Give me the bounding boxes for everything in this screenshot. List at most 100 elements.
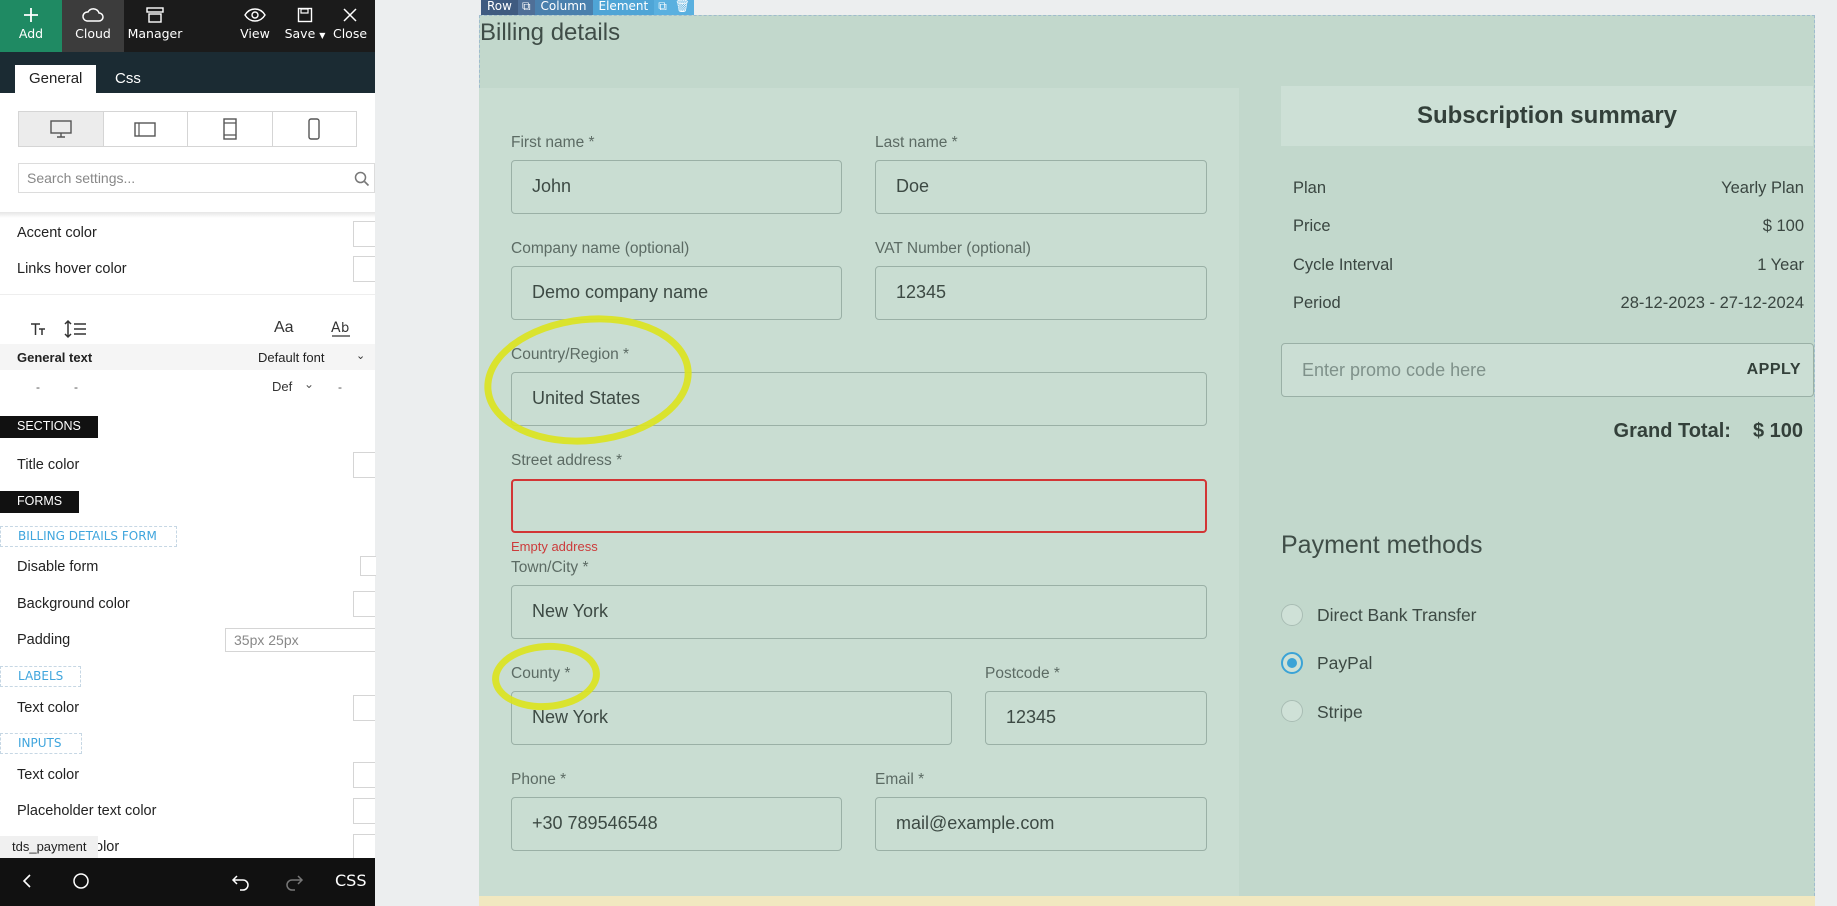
save-text: Save — [284, 26, 316, 41]
font-size-value[interactable]: - — [36, 380, 40, 394]
company-name-input[interactable]: Demo company name — [511, 266, 842, 320]
summary-label: Cycle Interval — [1293, 256, 1393, 274]
trash-icon[interactable]: 🗑 — [670, 0, 695, 15]
close-label: Close — [332, 26, 368, 41]
desktop-icon — [50, 120, 72, 138]
apply-button[interactable]: APPLY — [1747, 361, 1801, 379]
county-input[interactable]: New York — [511, 691, 952, 745]
last-name-input[interactable]: Doe — [875, 160, 1207, 214]
title-color-swatch[interactable] — [353, 452, 375, 478]
phone-icon — [308, 118, 320, 140]
accent-color-swatch[interactable] — [353, 221, 375, 247]
font-family-icon[interactable]: Aa — [274, 319, 294, 337]
placeholder-text-color-swatch[interactable] — [353, 798, 375, 824]
default-font-select[interactable]: Default font — [258, 350, 325, 365]
billing-details-form-header: BILLING DETAILS FORM — [0, 526, 177, 547]
tab-general[interactable]: General — [15, 65, 97, 93]
disable-form-checkbox[interactable] — [360, 556, 376, 576]
cloud-icon — [62, 0, 124, 26]
vat-number-input[interactable]: 12345 — [875, 266, 1207, 320]
grand-total-value: $ 100 — [1752, 420, 1803, 442]
payment-method-label[interactable]: Direct Bank Transfer — [1317, 605, 1477, 626]
labels-text-color-swatch[interactable] — [353, 695, 375, 721]
summary-value: Yearly Plan — [1721, 179, 1804, 197]
subscription-summary-title: Subscription summary — [1281, 86, 1813, 146]
svg-text:b: b — [341, 321, 349, 336]
accent-color-label: Accent color — [17, 225, 97, 241]
phone-label: Phone * — [511, 771, 567, 788]
summary-value: 1 Year — [1757, 256, 1804, 274]
partial-row-swatch[interactable] — [353, 834, 375, 860]
radio-direct-bank-transfer[interactable] — [1281, 604, 1303, 626]
radio-paypal[interactable] — [1281, 652, 1303, 674]
undo-icon[interactable] — [230, 870, 252, 897]
summary-label: Price — [1293, 217, 1331, 235]
last-name-label: Last name * — [875, 134, 958, 151]
text-style-icon[interactable]: Ab — [330, 317, 352, 344]
cloud-label: Cloud — [75, 26, 111, 41]
email-label: Email * — [875, 771, 925, 788]
css-button[interactable]: CSS — [335, 871, 366, 890]
close-icon — [324, 0, 376, 26]
email-input[interactable]: mail@example.com — [875, 797, 1207, 851]
search-icon[interactable] — [354, 171, 370, 192]
column-selector[interactable]: Column — [534, 0, 593, 15]
partial-row-label: olor — [95, 839, 120, 855]
grand-total: Grand Total: $ 100 — [1614, 420, 1803, 443]
line-height-value[interactable]: - — [74, 380, 78, 394]
line-height-icon[interactable] — [64, 319, 88, 344]
town-city-label: Town/City * — [511, 559, 589, 576]
chevron-down-icon: ⌄ — [356, 350, 366, 362]
payment-methods-title: Payment methods — [1281, 531, 1483, 559]
back-icon[interactable] — [20, 870, 34, 897]
labels-text-color-label: Text color — [17, 700, 80, 716]
summary-value: $ 100 — [1762, 217, 1804, 235]
manager-icon — [124, 0, 186, 26]
radio-stripe[interactable] — [1281, 700, 1303, 722]
inputs-text-color-swatch[interactable] — [353, 762, 375, 788]
letter-spacing-value[interactable]: - — [338, 380, 342, 394]
font-size-icon[interactable] — [29, 320, 47, 343]
panel-tabs: General Css — [0, 52, 375, 93]
disable-form-label: Disable form — [17, 559, 99, 575]
background-color-swatch[interactable] — [353, 591, 375, 617]
plus-icon — [0, 0, 62, 26]
home-icon[interactable] — [71, 870, 91, 897]
links-hover-color-label: Links hover color — [17, 261, 127, 277]
row-selector[interactable]: Row — [481, 0, 518, 15]
phone-input[interactable]: +30 789546548 — [511, 797, 842, 851]
element-copy-icon[interactable]: ⧉ — [654, 0, 671, 15]
element-selector[interactable]: Element — [592, 0, 655, 15]
padding-input[interactable]: 35px 25px — [225, 628, 375, 652]
street-address-label: Street address * — [511, 452, 623, 469]
vat-number-label: VAT Number (optional) — [875, 240, 1031, 257]
device-desktop[interactable] — [19, 112, 104, 146]
cloud-button[interactable]: Cloud — [62, 0, 124, 52]
manager-label: Manager — [127, 26, 183, 41]
general-text-label: General text — [17, 350, 93, 365]
street-address-input[interactable] — [511, 479, 1207, 533]
device-tablet-portrait[interactable] — [188, 112, 273, 146]
inputs-header: INPUTS — [0, 733, 82, 754]
street-address-error: Empty address — [511, 539, 598, 554]
payment-method-label[interactable]: PayPal — [1317, 653, 1372, 674]
country-region-input[interactable]: United States — [511, 372, 1207, 426]
placeholder-text-color-label: Placeholder text color — [17, 803, 157, 819]
font-weight-select[interactable]: Def — [272, 379, 292, 394]
postcode-input[interactable]: 12345 — [985, 691, 1207, 745]
manager-button[interactable]: Manager — [124, 0, 186, 52]
search-input[interactable] — [19, 164, 374, 192]
tab-css[interactable]: Css — [101, 68, 155, 95]
links-hover-color-swatch[interactable] — [353, 256, 375, 282]
padding-label: Padding — [17, 632, 71, 648]
close-button[interactable]: Close — [324, 0, 376, 52]
first-name-input[interactable]: John — [511, 160, 842, 214]
device-phone[interactable] — [273, 112, 357, 146]
payment-method-label[interactable]: Stripe — [1317, 702, 1363, 723]
promo-code-input[interactable] — [1282, 344, 1702, 396]
device-tablet-landscape[interactable] — [104, 112, 188, 146]
town-city-input[interactable]: New York — [511, 585, 1207, 639]
add-button[interactable]: Add — [0, 0, 62, 52]
row-copy-icon[interactable]: ⧉ — [517, 0, 535, 15]
redo-icon[interactable] — [283, 870, 305, 897]
